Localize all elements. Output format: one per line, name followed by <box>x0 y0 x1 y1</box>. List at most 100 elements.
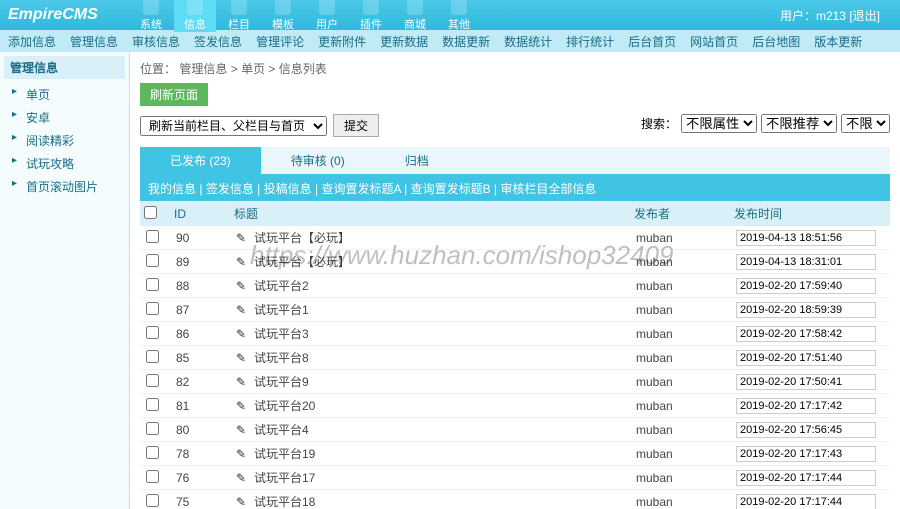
row-time-input[interactable] <box>736 398 876 414</box>
row-title[interactable]: 试玩平台【必玩】 <box>254 231 350 245</box>
tab-published[interactable]: 已发布 (23) <box>140 147 261 174</box>
search-attr-select[interactable]: 不限属性 <box>681 114 757 133</box>
row-author: muban <box>630 442 730 466</box>
subnav-4[interactable]: 管理评论 <box>256 33 304 50</box>
row-checkbox[interactable] <box>146 254 159 267</box>
edit-icon[interactable] <box>236 255 250 269</box>
row-checkbox[interactable] <box>146 374 159 387</box>
sidebar-item-1[interactable]: 安卓 <box>12 106 125 129</box>
row-checkbox[interactable] <box>146 470 159 483</box>
topnav-7[interactable]: 其他 <box>438 0 480 32</box>
row-checkbox[interactable] <box>146 326 159 339</box>
linkbar-3[interactable]: 查询置发标题A <box>321 182 400 196</box>
row-checkbox[interactable] <box>146 302 159 315</box>
filter-select[interactable]: 刷新当前栏目、父栏目与首页 <box>140 116 327 136</box>
topnav-4[interactable]: 用户 <box>306 0 348 32</box>
topnav-1[interactable]: 信息 <box>174 0 216 32</box>
row-title[interactable]: 试玩平台2 <box>254 279 309 293</box>
edit-icon[interactable] <box>236 279 250 293</box>
row-time-input[interactable] <box>736 446 876 462</box>
sidebar-item-2[interactable]: 阅读精彩 <box>12 129 125 152</box>
subnav-5[interactable]: 更新附件 <box>318 33 366 50</box>
logout-link[interactable]: [退出] <box>849 9 880 23</box>
subnav-8[interactable]: 数据统计 <box>504 33 552 50</box>
sidebar-item-4[interactable]: 首页滚动图片 <box>12 175 125 198</box>
row-title[interactable]: 试玩平台9 <box>254 375 309 389</box>
row-title[interactable]: 试玩平台1 <box>254 303 309 317</box>
subnav-13[interactable]: 版本更新 <box>814 33 862 50</box>
row-time-input[interactable] <box>736 278 876 294</box>
row-checkbox[interactable] <box>146 446 159 459</box>
row-id: 88 <box>170 274 230 298</box>
row-time-input[interactable] <box>736 494 876 509</box>
row-id: 86 <box>170 322 230 346</box>
edit-icon[interactable] <box>236 303 250 317</box>
subnav-0[interactable]: 添加信息 <box>8 33 56 50</box>
edit-icon[interactable] <box>236 447 250 461</box>
tab-trash[interactable]: 归档 <box>375 147 459 174</box>
subnav-12[interactable]: 后台地图 <box>752 33 800 50</box>
row-title[interactable]: 试玩平台17 <box>254 471 315 485</box>
logo: EmpireCMS <box>0 6 130 24</box>
edit-icon[interactable] <box>236 495 250 509</box>
row-title[interactable]: 试玩平台3 <box>254 327 309 341</box>
row-id: 80 <box>170 418 230 442</box>
row-time-input[interactable] <box>736 374 876 390</box>
linkbar-1[interactable]: 签发信息 <box>206 182 254 196</box>
row-title[interactable]: 试玩平台4 <box>254 423 309 437</box>
row-time-input[interactable] <box>736 470 876 486</box>
topnav-3[interactable]: 模板 <box>262 0 304 32</box>
refresh-button[interactable]: 刷新页面 <box>140 83 208 106</box>
subnav-2[interactable]: 审核信息 <box>132 33 180 50</box>
row-id: 76 <box>170 466 230 490</box>
row-title[interactable]: 试玩平台18 <box>254 495 315 509</box>
subnav-7[interactable]: 数据更新 <box>442 33 490 50</box>
row-title[interactable]: 试玩平台20 <box>254 399 315 413</box>
sidebar-item-0[interactable]: 单页 <box>12 83 125 106</box>
tab-pending[interactable]: 待审核 (0) <box>261 147 375 174</box>
row-checkbox[interactable] <box>146 278 159 291</box>
row-checkbox[interactable] <box>146 398 159 411</box>
search-limit-select[interactable]: 不限 <box>841 114 890 133</box>
row-time-input[interactable] <box>736 422 876 438</box>
row-time-input[interactable] <box>736 254 876 270</box>
edit-icon[interactable] <box>236 471 250 485</box>
topnav-0[interactable]: 系统 <box>130 0 172 32</box>
linkbar-4[interactable]: 查询置发标题B <box>411 182 491 196</box>
row-checkbox[interactable] <box>146 494 159 507</box>
topnav-5[interactable]: 插件 <box>350 0 392 32</box>
subnav-9[interactable]: 排行统计 <box>566 33 614 50</box>
row-time-input[interactable] <box>736 326 876 342</box>
edit-icon[interactable] <box>236 327 250 341</box>
table-row: 75试玩平台18muban <box>140 490 890 509</box>
subnav-6[interactable]: 更新数据 <box>380 33 428 50</box>
edit-icon[interactable] <box>236 399 250 413</box>
linkbar-2[interactable]: 投稿信息 <box>264 182 312 196</box>
row-checkbox[interactable] <box>146 422 159 435</box>
row-time-input[interactable] <box>736 350 876 366</box>
subnav-11[interactable]: 网站首页 <box>690 33 738 50</box>
row-checkbox[interactable] <box>146 230 159 243</box>
row-time-input[interactable] <box>736 302 876 318</box>
subnav-10[interactable]: 后台首页 <box>628 33 676 50</box>
edit-icon[interactable] <box>236 423 250 437</box>
edit-icon[interactable] <box>236 351 250 365</box>
edit-icon[interactable] <box>236 231 250 245</box>
topnav-6[interactable]: 商城 <box>394 0 436 32</box>
submit-button[interactable]: 提交 <box>333 114 379 137</box>
row-title[interactable]: 试玩平台【必玩】 <box>254 255 350 269</box>
row-title[interactable]: 试玩平台19 <box>254 447 315 461</box>
subnav-1[interactable]: 管理信息 <box>70 33 118 50</box>
subnav-3[interactable]: 签发信息 <box>194 33 242 50</box>
edit-icon[interactable] <box>236 375 250 389</box>
row-title[interactable]: 试玩平台8 <box>254 351 309 365</box>
row-time-input[interactable] <box>736 230 876 246</box>
linkbar-0[interactable]: 我的信息 <box>148 182 196 196</box>
search-rec-select[interactable]: 不限推荐 <box>761 114 837 133</box>
sidebar-item-3[interactable]: 试玩攻略 <box>12 152 125 175</box>
row-id: 85 <box>170 346 230 370</box>
linkbar-5[interactable]: 审核栏目全部信息 <box>500 182 596 196</box>
select-all-checkbox[interactable] <box>144 206 157 219</box>
row-checkbox[interactable] <box>146 350 159 363</box>
topnav-2[interactable]: 栏目 <box>218 0 260 32</box>
